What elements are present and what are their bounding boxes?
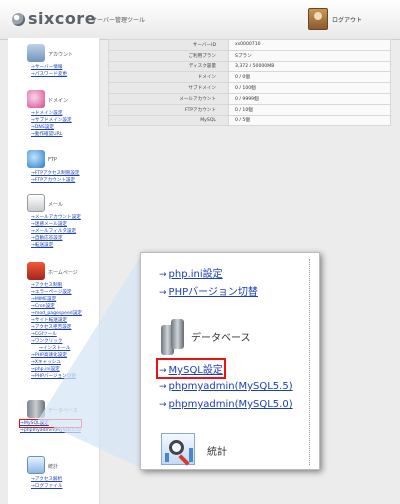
sidebar-link-php-version[interactable]: PHPバージョン切替	[31, 373, 82, 380]
sidebar-link-cron[interactable]: Cron設定	[31, 303, 82, 310]
table-row: サブドメイン 0 / 100個	[108, 82, 391, 94]
section-title: メール	[48, 202, 64, 208]
sidebar-link-test-url[interactable]: 動作確認URL	[31, 131, 72, 138]
logout-link[interactable]: ログアウト	[332, 15, 362, 24]
callout-link-label: php.ini設定	[168, 269, 223, 280]
server-info-table: サーバーID xs0000710 ご利用プラン Sプラン ディスク容量 3,372 /…	[108, 39, 391, 127]
table-row: ディスク容量 3,372 / 50000MB	[108, 60, 391, 73]
row-value: 0 / 10個	[228, 103, 391, 116]
top-header: sixcore サーバー管理ツール ログアウト	[0, 0, 400, 40]
callout-link-phpmyadmin-55[interactable]: → phpmyadmin(MySQL5.5)	[159, 381, 293, 392]
table-row: ご利用プラン Sプラン	[108, 49, 391, 62]
logo-text: sixcore	[28, 9, 97, 28]
arrow-icon: →	[159, 288, 167, 298]
mail-icon	[27, 194, 45, 212]
account-icon	[27, 44, 45, 62]
sidebar-link-mysql[interactable]: MySQL設定	[19, 419, 82, 428]
sidebar-link-access-analysis[interactable]: アクセス解析	[31, 476, 62, 483]
stats-icon	[161, 433, 195, 466]
section-title: データベース	[48, 408, 78, 414]
sidebar-link-password[interactable]: パスワード変更	[31, 71, 67, 78]
row-value: Sプラン	[228, 49, 391, 62]
callout-link-label: PHPバージョン切替	[168, 287, 258, 298]
section-title: アカウント	[48, 52, 74, 58]
homepage-icon	[27, 262, 45, 280]
sidebar-link-mail-account[interactable]: メールアカウント設定	[31, 214, 81, 221]
arrow-icon: →	[159, 382, 167, 392]
sixcore-logo-icon	[12, 13, 25, 26]
sidebar-link-oneclick[interactable]: ワンクリック	[31, 338, 82, 345]
sidebar-link-auto-reply[interactable]: 自動応答設定	[31, 235, 81, 242]
divider	[309, 259, 310, 465]
row-value: 0 / 5個	[228, 114, 391, 127]
callout-link-label: MySQL設定	[168, 365, 223, 376]
domain-icon	[27, 90, 45, 108]
sidebar-link-subdomain[interactable]: サブドメイン設定	[31, 117, 72, 124]
row-key: ご利用プラン	[108, 49, 229, 62]
stats-icon	[27, 456, 45, 474]
database-icon	[161, 315, 185, 357]
section-title: 統計	[48, 464, 59, 470]
table-row: FTPアカウント 0 / 10個	[108, 103, 391, 116]
sidebar-link-php-speed[interactable]: PHP高速化設定	[31, 352, 82, 359]
row-value: 0 / 9999個	[228, 92, 391, 105]
sidebar-link-log-file[interactable]: ログファイル	[31, 483, 63, 490]
arrow-icon: →	[159, 400, 167, 410]
callout-link-phpmyadmin-50[interactable]: → phpmyadmin(MySQL5.0)	[159, 399, 293, 410]
row-key: MySQL	[108, 114, 229, 127]
stats-section-title: 統計	[207, 447, 227, 458]
sidebar-link-domain[interactable]: ドメイン設定	[31, 110, 72, 117]
sidebar-link-mail-filter[interactable]: メールフィルタ設定	[31, 228, 81, 235]
ftp-icon	[27, 150, 45, 168]
table-row: MySQL 0 / 5個	[108, 114, 391, 127]
row-value: xs0000710	[228, 39, 391, 51]
callout-link-label: phpmyadmin(MySQL5.0)	[168, 399, 293, 410]
sidebar-link-access-restrict[interactable]: アクセス制限	[31, 282, 82, 289]
logo-subtitle: サーバー管理ツール	[91, 17, 145, 24]
row-value: 0 / 100個	[228, 82, 391, 94]
row-key: ディスク容量	[108, 60, 229, 73]
callout-link-label: phpmyadmin(MySQL5.5)	[168, 381, 293, 392]
table-row: ドメイン 0 / 0個	[108, 71, 391, 84]
sidebar-link-install[interactable]: インストール	[31, 345, 82, 352]
database-section-title: データベース	[191, 333, 251, 344]
sidebar-link-xcache[interactable]: Xキャッシュ	[31, 359, 82, 366]
row-key: FTPアカウント	[108, 103, 229, 116]
row-key: サーバーID	[108, 39, 229, 51]
sidebar: アカウント サーバー情報 パスワード変更 ドメイン ドメイン設定 サブドメイン設…	[8, 38, 100, 504]
row-key: サブドメイン	[108, 82, 229, 94]
section-title: FTP	[48, 157, 57, 163]
callout-link-php-version[interactable]: → PHPバージョン切替	[159, 283, 258, 298]
arrow-icon: →	[159, 366, 167, 376]
sidebar-link-site-forward[interactable]: サイト転送設定	[31, 317, 82, 324]
sidebar-link-server-info[interactable]: サーバー情報	[31, 64, 67, 71]
row-value: 0 / 0個	[228, 71, 391, 84]
sidebar-link-pagespeed[interactable]: mod_pagespeed設定	[31, 310, 82, 317]
sidebar-link-ftp-account[interactable]: FTPアカウント設定	[31, 177, 80, 184]
sidebar-link-forward[interactable]: 転送設定	[31, 242, 81, 249]
zoom-callout: → php.ini設定 → PHPバージョン切替 データベース → MySQL設定 →…	[140, 252, 320, 470]
database-icon	[27, 400, 45, 418]
sidebar-link-error-page[interactable]: エラーページ設定	[31, 289, 82, 296]
section-title: ドメイン	[48, 98, 69, 104]
sidebar-link-mime[interactable]: MIME設定	[31, 296, 82, 303]
table-row: サーバーID xs0000710	[108, 39, 391, 51]
sidebar-link-phpmyadmin[interactable]: phpmyadmin(MySQL5.5)	[20, 427, 81, 434]
callout-link-mysql[interactable]: → MySQL設定	[156, 358, 226, 379]
row-key: メールアカウント	[108, 92, 229, 105]
sidebar-link-access-deny[interactable]: アクセス拒否設定	[31, 324, 82, 331]
sidebar-link-ftp-restrict[interactable]: FTPアクセス制限設定	[31, 170, 80, 177]
table-row: メールアカウント 0 / 9999個	[108, 92, 391, 105]
sidebar-link-cgi[interactable]: CGIツール	[31, 331, 82, 338]
arrow-icon: →	[159, 270, 167, 280]
callout-link-phpini[interactable]: → php.ini設定	[159, 265, 223, 280]
row-value: 3,372 / 50000MB	[228, 60, 391, 73]
sidebar-link-dns[interactable]: DNS設定	[31, 124, 72, 131]
section-title: ホームページ	[48, 270, 78, 276]
row-key: ドメイン	[108, 71, 229, 84]
sidebar-link-spam[interactable]: 迷惑メール設定	[31, 221, 81, 228]
logout-icon[interactable]	[308, 8, 328, 30]
sidebar-link-phpini[interactable]: php.ini設定	[31, 366, 82, 373]
